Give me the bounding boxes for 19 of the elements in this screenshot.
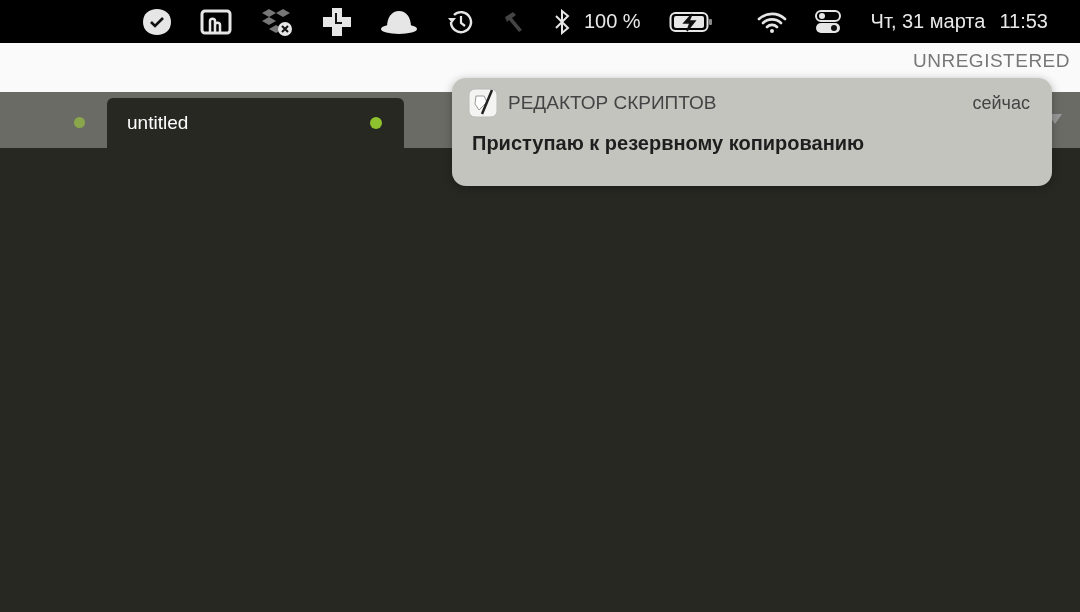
battery-percent: 100 % xyxy=(583,10,641,33)
bluetooth-icon[interactable] xyxy=(553,8,570,35)
menu-time[interactable]: 11:53 xyxy=(999,10,1048,33)
cross-icon[interactable] xyxy=(321,6,352,37)
editor-tab[interactable]: untitled xyxy=(107,98,404,148)
toggle-switches-icon[interactable] xyxy=(814,8,841,35)
notification-time: сейчас xyxy=(972,92,1030,114)
battery-charging-icon[interactable] xyxy=(668,10,713,33)
menu-date[interactable]: Чт, 31 марта xyxy=(870,10,986,33)
check-badge-icon[interactable] xyxy=(141,7,172,36)
notification-banner[interactable]: РЕДАКТОР СКРИПТОВ сейчас Приступаю к резервному копированию xyxy=(452,78,1052,186)
notification-app-name: РЕДАКТОР СКРИПТОВ xyxy=(508,92,718,114)
script-editor-icon xyxy=(468,88,498,118)
notification-message: Приступаю к резервному копированию xyxy=(471,132,866,155)
registration-label: UNREGISTERED xyxy=(913,50,1070,72)
screen-hand-icon[interactable] xyxy=(199,8,232,35)
wifi-icon[interactable] xyxy=(756,10,787,33)
dot-icon xyxy=(74,117,85,128)
dome-icon[interactable] xyxy=(379,8,418,35)
